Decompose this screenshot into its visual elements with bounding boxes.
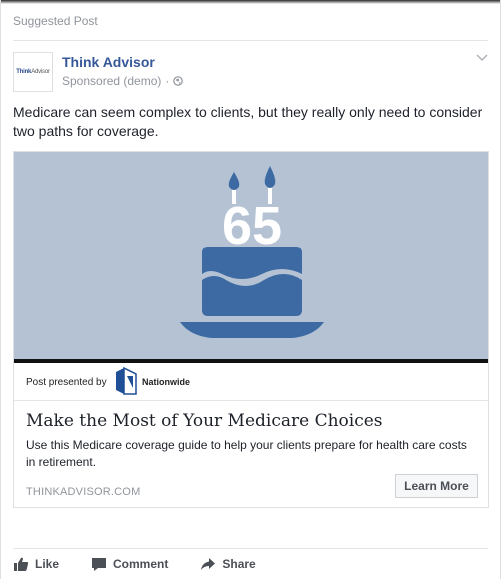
comment-label: Comment	[113, 557, 169, 571]
ad-image[interactable]: 65	[14, 152, 488, 359]
actions-divider	[13, 548, 488, 549]
post-message: Medicare can seem complex to clients, bu…	[13, 104, 483, 139]
share-arrow-icon	[201, 558, 216, 570]
learn-more-button[interactable]: Learn More	[395, 474, 478, 498]
sponsored-line: Sponsored (demo) ·	[62, 74, 184, 88]
page-avatar[interactable]: ThinkAdvisor	[13, 52, 53, 92]
dot-separator: ·	[165, 74, 170, 88]
cake-top-layer	[202, 247, 302, 279]
presented-by-label: Post presented by	[26, 377, 107, 388]
page-name-link[interactable]: Think Advisor	[62, 54, 155, 70]
ad-headline[interactable]: Make the Most of Your Medicare Choices	[26, 411, 383, 431]
nationwide-logo-icon	[116, 366, 137, 395]
candle-flame-left	[228, 172, 240, 190]
cake-plate	[180, 322, 324, 338]
ad-description: Use this Medicare coverage guide to help…	[26, 438, 467, 469]
ad-image-bottom-bar	[14, 359, 488, 363]
share-label: Share	[222, 557, 256, 571]
post-card: Suggested Post ThinkAdvisor Think Adviso…	[0, 0, 501, 579]
page-avatar-text: ThinkAdvisor	[16, 69, 50, 75]
globe-icon[interactable]	[173, 76, 184, 86]
like-button[interactable]: Like	[13, 556, 59, 572]
thumbs-up-icon	[14, 557, 29, 571]
cake-bottom-layer	[202, 274, 302, 316]
comment-button[interactable]: Comment	[91, 556, 168, 572]
share-button[interactable]: Share	[200, 556, 256, 572]
ad-attachment[interactable]: 65 Post presented by Nationwide Make the…	[13, 151, 489, 508]
divider	[13, 40, 488, 41]
birthday-cake-illustration: 65	[180, 166, 324, 338]
post-actions: Like Comment Share	[13, 556, 288, 572]
suggested-post-label: Suggested Post	[13, 14, 98, 28]
chevron-down-icon[interactable]	[476, 54, 488, 62]
sponsor-name: Nationwide	[142, 377, 191, 387]
ad-domain: THINKADVISOR.COM	[26, 486, 141, 498]
sponsored-label[interactable]: Sponsored (demo)	[62, 74, 161, 88]
like-label: Like	[35, 557, 60, 571]
comment-icon	[92, 558, 107, 571]
candle-flame-right	[264, 166, 276, 188]
ad-divider	[14, 400, 488, 401]
